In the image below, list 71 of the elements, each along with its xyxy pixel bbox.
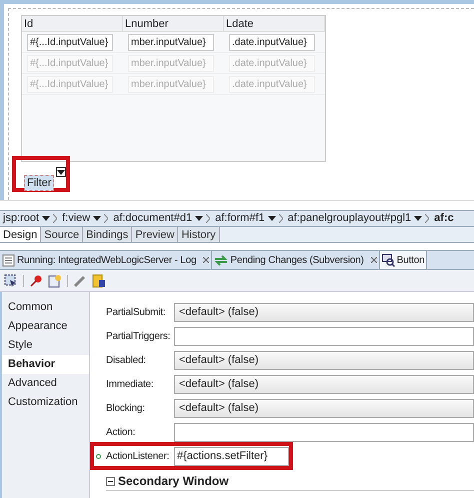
- editor-tab[interactable]: Preview: [132, 227, 178, 242]
- breadcrumb-item[interactable]: af:panelgrouplayout#pgl1: [288, 211, 412, 226]
- document-icon[interactable]: [92, 274, 106, 288]
- editor-tab[interactable]: Bindings: [83, 227, 132, 242]
- category-item[interactable]: Customization: [2, 393, 89, 412]
- category-item[interactable]: Appearance: [2, 317, 89, 336]
- editor-tab[interactable]: Source: [41, 227, 84, 242]
- column-header: Id: [22, 16, 123, 31]
- table-cell: mber.inputValue}: [128, 34, 214, 50]
- log-icon: [2, 254, 15, 266]
- table-cell: .date.inputValue}: [229, 54, 315, 72]
- panel-tab[interactable]: Button: [380, 251, 428, 269]
- category-item[interactable]: Style: [2, 336, 89, 355]
- breadcrumb-item[interactable]: af:document#d1: [113, 211, 192, 226]
- select-icon[interactable]: [4, 274, 18, 288]
- dropdown-field[interactable]: <default> (false): [174, 350, 474, 370]
- column-header: Lnumber: [123, 16, 224, 31]
- caret-icon: [195, 216, 204, 221]
- dropdown-field[interactable]: <default> (false): [174, 398, 474, 418]
- pin-icon[interactable]: [29, 274, 43, 288]
- table-cell: .date.inputValue}: [229, 76, 315, 92]
- input-field[interactable]: [174, 326, 474, 346]
- breadcrumb-item[interactable]: af:c: [434, 211, 454, 226]
- table-cell: #{...Id.inputValue}: [27, 34, 113, 50]
- chevron-icon: [206, 214, 210, 223]
- dropdown-button[interactable]: [56, 167, 66, 177]
- chevron-icon: [104, 214, 108, 223]
- dropdown-field[interactable]: <default> (false): [174, 302, 474, 322]
- column-header: Ldate: [224, 16, 325, 31]
- caret-icon: [414, 216, 422, 221]
- input-field[interactable]: [174, 422, 474, 442]
- sync-icon: [214, 254, 228, 266]
- panel-tab[interactable]: Running: IntegratedWebLogicServer - Log: [0, 251, 212, 269]
- caret-icon: [268, 216, 276, 221]
- property-label: Blocking:: [106, 402, 145, 416]
- table-cell: #{...Id.inputValue}: [27, 76, 113, 92]
- panel-tab[interactable]: Pending Changes (Subversion): [212, 251, 380, 269]
- breadcrumb-item[interactable]: af:form#f1: [215, 211, 265, 226]
- dropdown-field[interactable]: <default> (false): [174, 374, 474, 394]
- caret-icon: [57, 170, 66, 174]
- caret-icon: [93, 216, 102, 221]
- pencil-icon[interactable]: [73, 274, 87, 288]
- editor-tab[interactable]: Design: [0, 227, 42, 242]
- table-cell: .date.inputValue}: [229, 34, 315, 50]
- table-cell: #{...Id.inputValue}: [27, 54, 113, 72]
- chevron-icon: [278, 214, 283, 223]
- section-title: Secondary Window: [118, 473, 229, 490]
- property-label: PartialSubmit:: [106, 306, 166, 320]
- property-label: PartialTriggers:: [106, 330, 170, 344]
- category-item[interactable]: Advanced: [2, 374, 89, 393]
- table-cell: mber.inputValue}: [128, 76, 214, 92]
- edit-icon[interactable]: [48, 274, 62, 288]
- filter-button[interactable]: Filter: [24, 175, 54, 191]
- category-item[interactable]: Behavior: [2, 355, 89, 374]
- property-label: Disabled:: [106, 354, 146, 368]
- close-icon[interactable]: [203, 257, 210, 263]
- input-field[interactable]: #{actions.setFilter}: [174, 446, 289, 466]
- chevron-icon: [53, 214, 58, 223]
- property-label: Immediate:: [106, 378, 154, 392]
- inspector-icon: [382, 254, 395, 266]
- table-cell: mber.inputValue}: [128, 54, 214, 72]
- caret-icon: [42, 216, 50, 221]
- breadcrumb-item[interactable]: f:view: [62, 211, 90, 226]
- property-label: ActionListener:: [106, 450, 170, 464]
- breadcrumb-item[interactable]: jsp:root: [3, 211, 40, 226]
- collapse-icon[interactable]: [106, 476, 115, 486]
- editor-tab[interactable]: History: [178, 227, 220, 242]
- chevron-icon: [425, 214, 430, 223]
- category-item[interactable]: Common: [2, 298, 89, 317]
- close-icon[interactable]: [370, 257, 377, 263]
- property-label: Action:: [106, 426, 136, 440]
